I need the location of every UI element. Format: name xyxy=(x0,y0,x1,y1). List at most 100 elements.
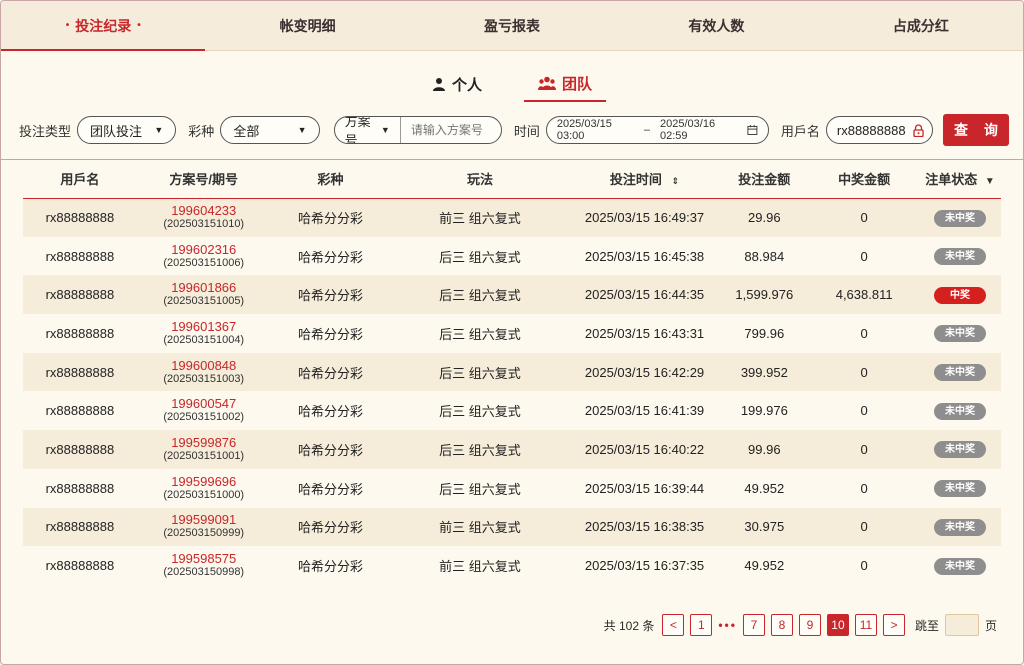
page-10-button[interactable]: 10 xyxy=(826,614,849,636)
cell-play: 前三 组六复式 xyxy=(439,520,521,536)
cell-plan-period: 199598575 (202503150998) xyxy=(137,546,271,585)
cell-username: rx88888888 xyxy=(45,287,115,303)
plan-number-link[interactable]: 199604233 xyxy=(137,204,271,218)
next-page-button[interactable]: > xyxy=(882,614,905,636)
table-row: rx88888888 199604233 (202503151010) 哈希分分彩 前三… xyxy=(23,198,1001,237)
tab-profit-report[interactable]: 盈亏报表 xyxy=(410,1,614,50)
col-bet-time[interactable]: 投注时间 ⇕ xyxy=(569,160,720,199)
tab-label: 帐变明细 xyxy=(279,17,336,34)
cell-win-amount: 0 xyxy=(860,248,868,264)
col-bet-amount: 投注金额 xyxy=(719,160,810,199)
plan-number-link[interactable]: 199601367 xyxy=(137,319,271,334)
cell-bet-time: 2025/03/15 16:39:44 xyxy=(584,480,705,496)
table-row: rx88888888 199600848 (202503151003) 哈希分分彩 后三… xyxy=(23,352,1001,392)
cell-status: 未中奖 xyxy=(919,546,1001,585)
tab-label: 有效人数 xyxy=(688,17,745,34)
plan-number-link[interactable]: 199601866 xyxy=(137,281,271,295)
cell-play: 后三 组六复式 xyxy=(439,365,521,381)
period-number: (202503151004) xyxy=(163,333,245,346)
tab-bet-records[interactable]: • 投注纪录 • xyxy=(1,1,206,51)
search-button[interactable]: 查 询 xyxy=(942,114,1010,146)
page-unit-label: 页 xyxy=(984,618,997,633)
plan-number-link[interactable]: 199602316 xyxy=(137,242,271,257)
cell-bet-time: 2025/03/15 16:37:35 xyxy=(584,558,705,574)
cell-win-amount: 0 xyxy=(860,325,868,341)
cell-username: rx88888888 xyxy=(45,325,115,341)
plan-number-link[interactable]: 199600848 xyxy=(137,358,271,373)
cell-play: 后三 组六复式 xyxy=(439,249,521,265)
sort-icon[interactable]: ⇕ xyxy=(672,176,680,186)
cell-lottery: 哈希分分彩 xyxy=(297,211,363,227)
cell-username: rx88888888 xyxy=(45,364,115,380)
tab-account-changes[interactable]: 帐变明细 xyxy=(205,1,409,50)
bet-records-table: 用戶名 方案号/期号 彩种 玩法 投注时间 ⇕ 投注金额 中奖金额 注单状态 ▼ xyxy=(23,160,1001,585)
period-number: (202503150998) xyxy=(163,566,245,579)
cell-play: 前三 组六复式 xyxy=(439,559,521,575)
lottery-select[interactable]: 全部 ▼ xyxy=(220,116,320,144)
cell-win-amount: 0 xyxy=(860,210,868,226)
period-number: (202503151002) xyxy=(163,411,245,424)
tab-active-users[interactable]: 有效人数 xyxy=(614,1,818,50)
cell-bet-amount: 399.952 xyxy=(740,364,788,380)
cell-win-amount: 0 xyxy=(860,364,868,380)
cell-bet-time: 2025/03/15 16:49:37 xyxy=(584,210,705,226)
table-row: rx88888888 199598575 (202503150998) 哈希分分彩 前三… xyxy=(23,546,1001,585)
cell-play: 后三 组六复式 xyxy=(439,288,521,304)
cell-play: 后三 组六复式 xyxy=(439,442,521,458)
filter-icon[interactable]: ▼ xyxy=(985,176,995,187)
table-body: rx88888888 199604233 (202503151010) 哈希分分彩 前三… xyxy=(23,198,1001,585)
page-9-button[interactable]: 9 xyxy=(798,614,821,636)
scope-team-label: 团队 xyxy=(562,75,593,93)
col-status[interactable]: 注单状态 ▼ xyxy=(919,160,1001,199)
plan-number-combo: 方案号 ▼ xyxy=(333,116,502,144)
jump-page-input[interactable] xyxy=(944,614,979,636)
cell-bet-amount: 29.96 xyxy=(748,210,781,226)
plan-number-link[interactable]: 199599091 xyxy=(137,513,271,527)
scope-team[interactable]: 团队 xyxy=(524,67,607,102)
cell-username: rx88888888 xyxy=(45,558,115,574)
cell-status: 未中奖 xyxy=(919,198,1001,237)
cell-username: rx88888888 xyxy=(45,248,115,264)
cell-lottery: 哈希分分彩 xyxy=(297,249,363,265)
prev-page-button[interactable]: < xyxy=(662,614,685,636)
cell-play: 前三 组六复式 xyxy=(439,211,521,227)
cell-lottery: 哈希分分彩 xyxy=(297,442,363,458)
period-number: (202503151000) xyxy=(163,488,245,501)
top-tabs: • 投注纪录 • 帐变明细 盈亏报表 有效人数 占成分红 xyxy=(1,1,1023,51)
pager-ellipsis[interactable]: ••• xyxy=(718,618,737,632)
status-badge: 未中奖 xyxy=(934,441,987,459)
tab-share-dividend[interactable]: 占成分红 xyxy=(819,1,1023,50)
cell-status: 未中奖 xyxy=(919,430,1001,469)
username-field[interactable] xyxy=(825,116,933,144)
plan-number-link[interactable]: 199598575 xyxy=(137,552,271,566)
username-input[interactable] xyxy=(836,122,909,138)
cell-plan-period: 199602316 (202503151006) xyxy=(137,237,271,276)
cell-bet-amount: 49.952 xyxy=(744,480,785,496)
lottery-value: 全部 xyxy=(233,123,260,139)
page-7-button[interactable]: 7 xyxy=(742,614,765,636)
plan-number-link[interactable]: 199600547 xyxy=(137,397,271,411)
status-badge: 中奖 xyxy=(934,286,987,304)
cell-win-amount: 0 xyxy=(860,480,868,496)
date-range-picker[interactable]: 2025/03/15 03:00 – 2025/03/16 02:59 xyxy=(545,116,769,144)
cell-win-amount: 0 xyxy=(860,519,868,535)
cell-status: 未中奖 xyxy=(919,314,1001,353)
bet-type-select[interactable]: 团队投注 ▼ xyxy=(77,116,177,144)
page-8-button[interactable]: 8 xyxy=(770,614,793,636)
cell-bet-amount: 1,599.976 xyxy=(735,287,794,303)
page-11-button[interactable]: 11 xyxy=(854,614,877,636)
cell-status: 未中奖 xyxy=(919,237,1001,276)
plan-type-select[interactable]: 方案号 ▼ xyxy=(335,117,401,143)
time-separator: – xyxy=(643,124,651,136)
plan-number-link[interactable]: 199599876 xyxy=(137,435,271,450)
plan-number-link[interactable]: 199599696 xyxy=(137,474,271,489)
caret-down-icon: ▼ xyxy=(297,125,307,135)
cell-bet-amount: 30.975 xyxy=(744,519,785,535)
cell-plan-period: 199601866 (202503151005) xyxy=(137,275,271,314)
cell-bet-amount: 99.96 xyxy=(748,441,781,457)
cell-lottery: 哈希分分彩 xyxy=(297,365,363,381)
scope-personal[interactable]: 个人 xyxy=(418,68,496,101)
page-1-button[interactable]: 1 xyxy=(690,614,713,636)
status-badge: 未中奖 xyxy=(934,364,987,382)
plan-number-input[interactable] xyxy=(400,117,501,143)
